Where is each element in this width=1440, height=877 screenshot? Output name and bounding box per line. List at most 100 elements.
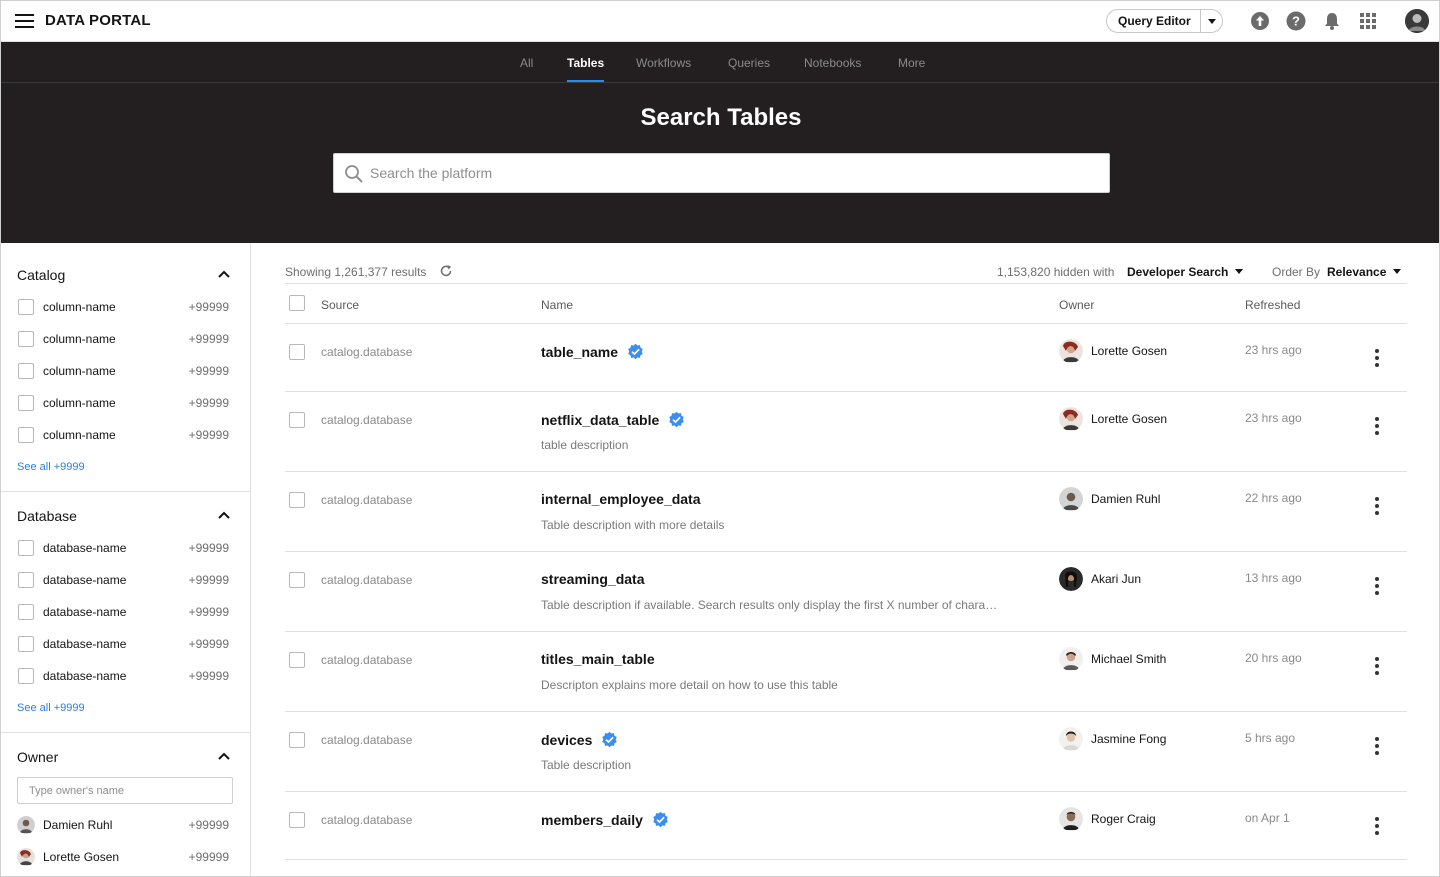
table-row[interactable]: catalog.database internal_employee_data … [285, 472, 1407, 552]
checkbox[interactable] [18, 636, 34, 652]
filter-label: column-name [43, 428, 116, 442]
row-owner[interactable]: Damien Ruhl [1059, 487, 1160, 511]
avatar [17, 816, 35, 834]
hamburger-menu-icon[interactable] [15, 14, 34, 28]
brand-title[interactable]: DATA PORTAL [45, 12, 151, 29]
database-filter-item[interactable]: database-name +99999 [1, 664, 250, 688]
column-header-source[interactable]: Source [321, 298, 359, 312]
row-owner[interactable]: Jasmine Fong [1059, 727, 1166, 751]
dropdown-caret-icon[interactable] [1235, 269, 1243, 274]
chevron-up-icon[interactable] [218, 511, 230, 519]
database-filter-item[interactable]: database-name +99999 [1, 632, 250, 656]
tab-workflows[interactable]: Workflows [636, 56, 691, 70]
filter-count: +99999 [188, 637, 229, 651]
more-options-icon[interactable] [1373, 737, 1381, 757]
row-table-name[interactable]: internal_employee_data [541, 491, 701, 507]
chevron-up-icon[interactable] [218, 270, 230, 278]
owner-filter-item[interactable]: Damien Ruhl +99999 [1, 813, 250, 837]
checkbox[interactable] [18, 363, 34, 379]
row-table-name[interactable]: members_daily [541, 811, 669, 828]
database-filter-item[interactable]: database-name +99999 [1, 568, 250, 592]
row-owner[interactable]: Roger Craig [1059, 807, 1156, 831]
tab-all[interactable]: All [520, 56, 533, 70]
database-filter-item[interactable]: database-name +99999 [1, 536, 250, 560]
user-avatar[interactable] [1405, 9, 1429, 33]
more-options-icon[interactable] [1373, 417, 1381, 437]
catalog-filter-item[interactable]: column-name +99999 [1, 359, 250, 383]
bell-icon[interactable] [1322, 11, 1342, 31]
tab-notebooks[interactable]: Notebooks [804, 56, 861, 70]
row-owner[interactable]: Lorette Gosen [1059, 339, 1167, 363]
filter-label: database-name [43, 541, 127, 555]
checkbox[interactable] [18, 299, 34, 315]
table-name-text: netflix_data_table [541, 411, 660, 428]
row-table-name[interactable]: netflix_data_table [541, 411, 685, 428]
row-table-name[interactable]: titles_main_table [541, 651, 655, 667]
row-owner[interactable]: Lorette Gosen [1059, 407, 1167, 431]
search-input[interactable] [370, 154, 1090, 192]
tab-tables[interactable]: Tables [567, 56, 604, 70]
chevron-up-icon[interactable] [218, 752, 230, 760]
row-owner[interactable]: Michael Smith [1059, 647, 1166, 671]
owner-filter-item[interactable]: Lorette Gosen +99999 [1, 845, 250, 869]
database-see-all-link[interactable]: See all +9999 [17, 702, 85, 714]
developer-search-dropdown[interactable]: Developer Search [1127, 265, 1228, 279]
row-checkbox[interactable] [289, 732, 305, 748]
row-checkbox[interactable] [289, 652, 305, 668]
filter-label: column-name [43, 396, 116, 410]
more-options-icon[interactable] [1373, 817, 1381, 837]
table-row[interactable]: catalog.database table_name Lorette Gose… [285, 324, 1407, 392]
checkbox[interactable] [18, 427, 34, 443]
checkbox[interactable] [18, 395, 34, 411]
query-editor-button[interactable]: Query Editor [1107, 10, 1201, 32]
database-filter-item[interactable]: database-name +99999 [1, 600, 250, 624]
row-owner[interactable]: Akari Jun [1059, 567, 1141, 591]
table-row[interactable]: catalog.database netflix_data_table tabl… [285, 392, 1407, 472]
query-editor-dropdown-caret-icon[interactable] [1201, 18, 1222, 24]
help-icon[interactable]: ? [1286, 11, 1306, 31]
column-header-name[interactable]: Name [541, 298, 573, 312]
catalog-filter-item[interactable]: column-name +99999 [1, 327, 250, 351]
table-name-text: members_daily [541, 811, 643, 828]
row-table-name[interactable]: devices [541, 731, 618, 748]
tab-queries[interactable]: Queries [728, 56, 770, 70]
checkbox[interactable] [18, 604, 34, 620]
more-options-icon[interactable] [1373, 497, 1381, 517]
row-table-name[interactable]: table_name [541, 343, 644, 360]
checkbox[interactable] [18, 540, 34, 556]
row-table-name[interactable]: streaming_data [541, 571, 644, 587]
row-checkbox[interactable] [289, 572, 305, 588]
column-header-owner[interactable]: Owner [1059, 298, 1094, 312]
catalog-see-all-link[interactable]: See all +9999 [17, 461, 85, 473]
upload-icon[interactable] [1250, 11, 1270, 31]
refresh-icon[interactable] [439, 264, 453, 278]
checkbox[interactable] [18, 572, 34, 588]
order-by-dropdown[interactable]: Relevance [1327, 265, 1386, 279]
catalog-filter-item[interactable]: column-name +99999 [1, 295, 250, 319]
table-row[interactable]: catalog.database devices Table descripti… [285, 712, 1407, 792]
tab-more[interactable]: More [898, 56, 925, 70]
catalog-filter-item[interactable]: column-name +99999 [1, 391, 250, 415]
more-options-icon[interactable] [1373, 577, 1381, 597]
table-name-text: streaming_data [541, 571, 645, 587]
more-options-icon[interactable] [1373, 349, 1381, 369]
catalog-filter-item[interactable]: column-name +99999 [1, 423, 250, 447]
row-checkbox[interactable] [289, 492, 305, 508]
checkbox[interactable] [18, 331, 34, 347]
verified-badge-icon [653, 811, 668, 828]
table-row[interactable]: catalog.database members_daily Roger Cra… [285, 792, 1407, 860]
dropdown-caret-icon[interactable] [1393, 269, 1401, 274]
column-header-refreshed[interactable]: Refreshed [1245, 298, 1300, 312]
row-checkbox[interactable] [289, 344, 305, 360]
owner-name-input[interactable] [17, 777, 233, 804]
catalog-facet: Catalog column-name +99999 column-name +… [1, 243, 250, 492]
checkbox[interactable] [18, 668, 34, 684]
select-all-checkbox[interactable] [289, 295, 305, 311]
row-checkbox[interactable] [289, 412, 305, 428]
apps-grid-icon[interactable] [1358, 11, 1378, 31]
row-checkbox[interactable] [289, 812, 305, 828]
hidden-results-text: 1,153,820 hidden with [997, 265, 1115, 279]
table-row[interactable]: catalog.database streaming_data Table de… [285, 552, 1407, 632]
more-options-icon[interactable] [1373, 657, 1381, 677]
table-row[interactable]: catalog.database titles_main_table Descr… [285, 632, 1407, 712]
